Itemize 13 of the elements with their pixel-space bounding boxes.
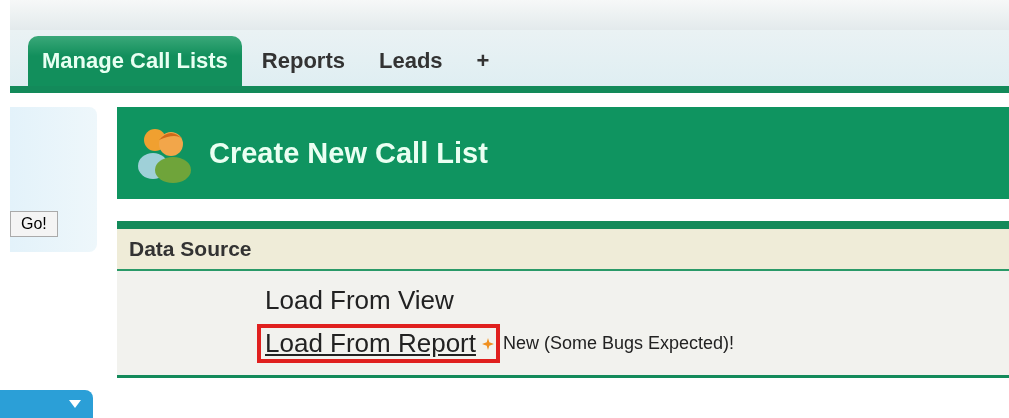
tab[interactable]: Reports (247, 36, 359, 86)
star-icon (482, 337, 494, 350)
new-feature-note: New (Some Bugs Expected)! (503, 333, 735, 354)
go-button[interactable]: Go! (10, 211, 58, 237)
caret-icon (69, 400, 81, 408)
tab[interactable]: + (462, 36, 504, 86)
tab[interactable]: Manage Call Lists (28, 36, 242, 86)
page-title: Create New Call List (209, 136, 488, 170)
dropdown-button[interactable] (0, 390, 93, 418)
data-source-link[interactable]: Load From View (265, 285, 454, 316)
section-title: Data Source (117, 229, 1009, 271)
data-source-link[interactable]: Load From Report (265, 328, 476, 359)
tab[interactable]: Leads (364, 36, 457, 86)
